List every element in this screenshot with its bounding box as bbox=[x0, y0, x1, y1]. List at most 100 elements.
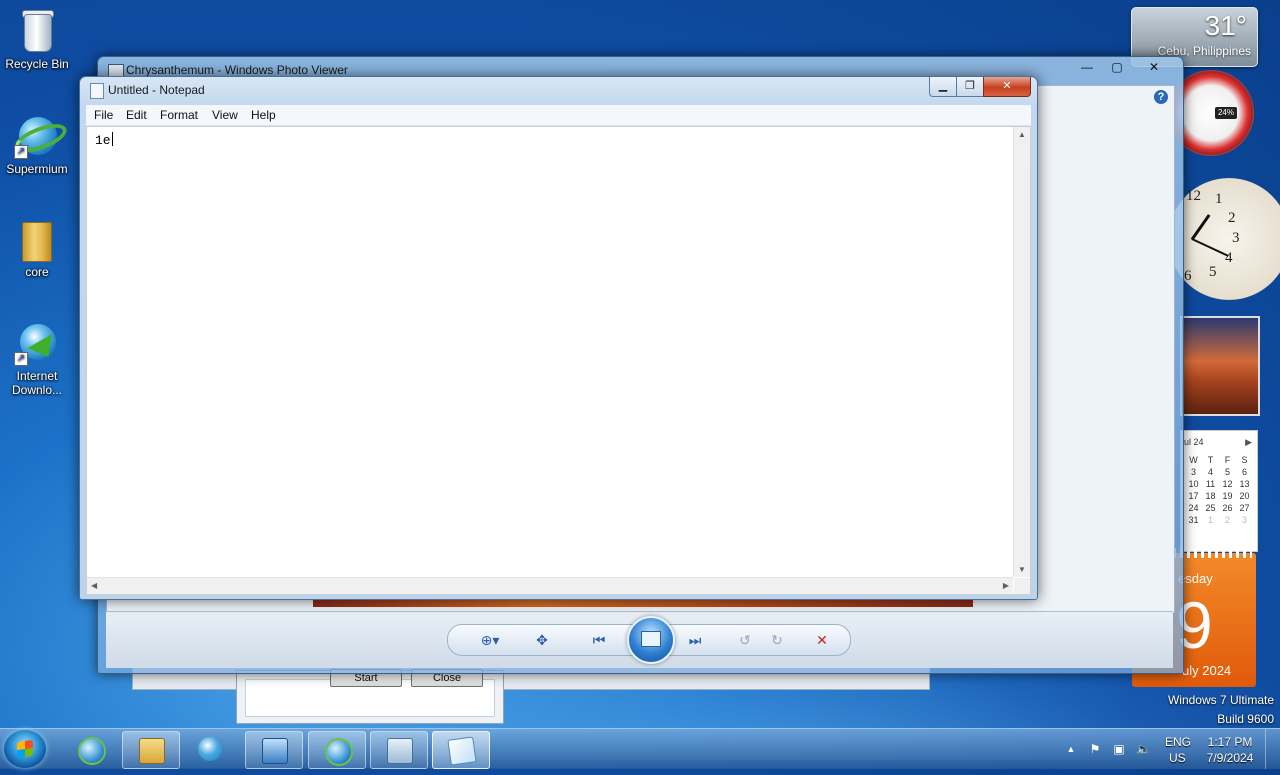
menu-edit[interactable]: Edit bbox=[126, 108, 147, 122]
text-caret bbox=[111, 132, 113, 146]
slideshow-icon bbox=[641, 631, 661, 647]
clock-number: 1 bbox=[1215, 191, 1223, 207]
desktop-icon-internet-download-manager[interactable]: ↗ Internet Downlo... bbox=[1, 320, 73, 397]
scroll-up-icon[interactable]: ▲ bbox=[1018, 130, 1026, 139]
menu-format[interactable]: Format bbox=[160, 108, 198, 122]
calendar-day[interactable]: 5 bbox=[1219, 467, 1236, 477]
notepad-window[interactable]: Untitled - Notepad ▁ ❐ ✕ File Edit Forma… bbox=[79, 76, 1038, 600]
calendar-day[interactable]: 19 bbox=[1219, 491, 1236, 501]
clock-number: 12 bbox=[1186, 188, 1201, 204]
menu-view[interactable]: View bbox=[212, 108, 238, 122]
desktop-icon-recycle-bin[interactable]: Recycle Bin bbox=[1, 8, 73, 71]
calendar-weekday: S bbox=[1241, 455, 1248, 465]
taskbar: ▲ ⚑ ▣ 🔈 ENG US 1:17 PM 7/9/2024 bbox=[0, 728, 1280, 769]
windows-edition-watermark: Windows 7 Ultimate bbox=[1167, 693, 1274, 707]
desktop-icon-label: Recycle Bin bbox=[5, 57, 69, 71]
rotate-clockwise-icon[interactable]: ↻ bbox=[766, 628, 788, 652]
calendar-next-icon[interactable]: ▶ bbox=[1245, 437, 1252, 448]
calendar-day[interactable]: 6 bbox=[1236, 467, 1253, 477]
clock-number: 5 bbox=[1209, 264, 1217, 280]
photo-viewer-maximize-icon[interactable]: ▢ bbox=[1104, 58, 1130, 76]
calendar-day[interactable]: 13 bbox=[1236, 479, 1253, 489]
calendar-day[interactable]: 26 bbox=[1219, 503, 1236, 513]
photo-viewer-minimize-icon[interactable]: — bbox=[1074, 58, 1100, 76]
network-icon[interactable]: ▣ bbox=[1112, 742, 1126, 756]
calendar-grid: W T F S 3 4 5 6 10 11 12 13 17 18 19 20 … bbox=[1185, 455, 1253, 525]
slideshow-play-button[interactable] bbox=[627, 616, 675, 664]
notepad-minimize-icon[interactable]: ▁ bbox=[929, 77, 957, 97]
taskbar-notepad[interactable] bbox=[432, 731, 490, 769]
delete-icon[interactable]: ✕ bbox=[810, 628, 834, 652]
calendar-weekday: W bbox=[1189, 455, 1198, 465]
slideshow-gadget[interactable] bbox=[1180, 316, 1260, 416]
actual-size-icon[interactable]: ✥ bbox=[530, 628, 554, 652]
menu-file[interactable]: File bbox=[94, 108, 113, 122]
calendar-day[interactable]: 3 bbox=[1236, 515, 1253, 525]
folder-icon bbox=[14, 216, 60, 262]
action-center-flag-icon[interactable]: ⚑ bbox=[1088, 742, 1102, 756]
taskbar-photo-viewer[interactable] bbox=[245, 731, 303, 769]
recycle-bin-icon bbox=[14, 8, 60, 54]
control-panel-icon bbox=[387, 738, 413, 764]
calendar-gadget[interactable]: ul 24 ▶ W T F S 3 4 5 6 10 11 12 13 17 1… bbox=[1180, 430, 1258, 552]
volume-muted-icon[interactable]: 🔈 bbox=[1136, 742, 1151, 756]
notepad-app-icon bbox=[90, 83, 104, 99]
taskbar-control-panel[interactable] bbox=[370, 731, 428, 769]
photo-viewer-close-icon[interactable]: ✕ bbox=[1134, 58, 1174, 76]
calendar-day[interactable]: 24 bbox=[1185, 503, 1202, 513]
desktop-icon-label: Supermium bbox=[6, 162, 68, 176]
calendar-month: ul 24 bbox=[1184, 437, 1204, 447]
scrollbar-corner bbox=[1014, 578, 1030, 594]
calendar-day[interactable]: 4 bbox=[1202, 467, 1219, 477]
system-clock[interactable]: 1:17 PM 7/9/2024 bbox=[1200, 735, 1260, 775]
taskbar-supermium[interactable] bbox=[62, 731, 118, 767]
calendar-day[interactable]: 2 bbox=[1219, 515, 1236, 525]
calendar-day[interactable]: 31 bbox=[1185, 515, 1202, 525]
show-hidden-icons[interactable]: ▲ bbox=[1064, 742, 1078, 756]
desktop-icon-supermium[interactable]: ↗ Supermium bbox=[1, 113, 73, 176]
calendar-month-header: ul 24 ▶ bbox=[1184, 437, 1254, 447]
cpu-meter-percent: 24% bbox=[1215, 107, 1237, 119]
taskbar-explorer[interactable] bbox=[122, 731, 180, 769]
show-desktop-button[interactable] bbox=[1265, 729, 1280, 769]
notepad-text-area[interactable]: 1e ▲ ▼ ◀ ▶ bbox=[86, 126, 1031, 595]
calendar-day[interactable]: 17 bbox=[1185, 491, 1202, 501]
supermium-window-icon bbox=[325, 738, 353, 766]
calendar-day[interactable]: 18 bbox=[1202, 491, 1219, 501]
next-icon[interactable]: ⏭ bbox=[682, 628, 708, 652]
zoom-icon[interactable]: ⊕▾ bbox=[472, 628, 508, 652]
calendar-day[interactable]: 27 bbox=[1236, 503, 1253, 513]
photo-viewer-title: Chrysanthemum - Windows Photo Viewer bbox=[126, 63, 348, 77]
calendar-day[interactable]: 3 bbox=[1185, 467, 1202, 477]
calendar-day[interactable]: 1 bbox=[1202, 515, 1219, 525]
help-icon[interactable]: ? bbox=[1154, 90, 1168, 104]
folder-icon bbox=[139, 738, 165, 764]
notepad-close-icon[interactable]: ✕ bbox=[983, 77, 1031, 97]
previous-icon[interactable]: ⏮ bbox=[586, 628, 612, 652]
calendar-day[interactable]: 12 bbox=[1219, 479, 1236, 489]
notepad-restore-icon[interactable]: ❐ bbox=[956, 77, 984, 97]
supermium-icon bbox=[78, 737, 106, 765]
clock-gadget[interactable]: 12 1 2 3 4 5 6 bbox=[1168, 178, 1280, 300]
clock-number: 4 bbox=[1225, 250, 1233, 266]
playback-controls: ⊕▾ ✥ ⏮ ⏭ ↺ ↻ ✕ bbox=[447, 616, 851, 664]
clock-number: 6 bbox=[1184, 268, 1192, 284]
calendar-day[interactable]: 11 bbox=[1202, 479, 1219, 489]
menu-help[interactable]: Help bbox=[251, 108, 276, 122]
horizontal-scrollbar[interactable]: ◀ ▶ bbox=[87, 577, 1013, 594]
scroll-left-icon[interactable]: ◀ bbox=[91, 581, 97, 590]
scroll-right-icon[interactable]: ▶ bbox=[1003, 581, 1009, 590]
windows-logo-icon bbox=[17, 739, 33, 759]
scroll-down-icon[interactable]: ▼ bbox=[1018, 565, 1026, 574]
clock-number: 2 bbox=[1228, 210, 1236, 226]
calendar-day[interactable]: 20 bbox=[1236, 491, 1253, 501]
language-indicator[interactable]: ENG US bbox=[1165, 735, 1191, 775]
desktop-icon-core[interactable]: core bbox=[1, 216, 73, 279]
start-menu-button[interactable] bbox=[4, 730, 46, 768]
vertical-scrollbar[interactable]: ▲ ▼ bbox=[1013, 127, 1030, 577]
rotate-counterclockwise-icon[interactable]: ↺ bbox=[734, 628, 756, 652]
taskbar-idm[interactable] bbox=[182, 731, 238, 767]
taskbar-browser-window[interactable] bbox=[308, 731, 366, 769]
calendar-day[interactable]: 10 bbox=[1185, 479, 1202, 489]
calendar-day[interactable]: 25 bbox=[1202, 503, 1219, 513]
